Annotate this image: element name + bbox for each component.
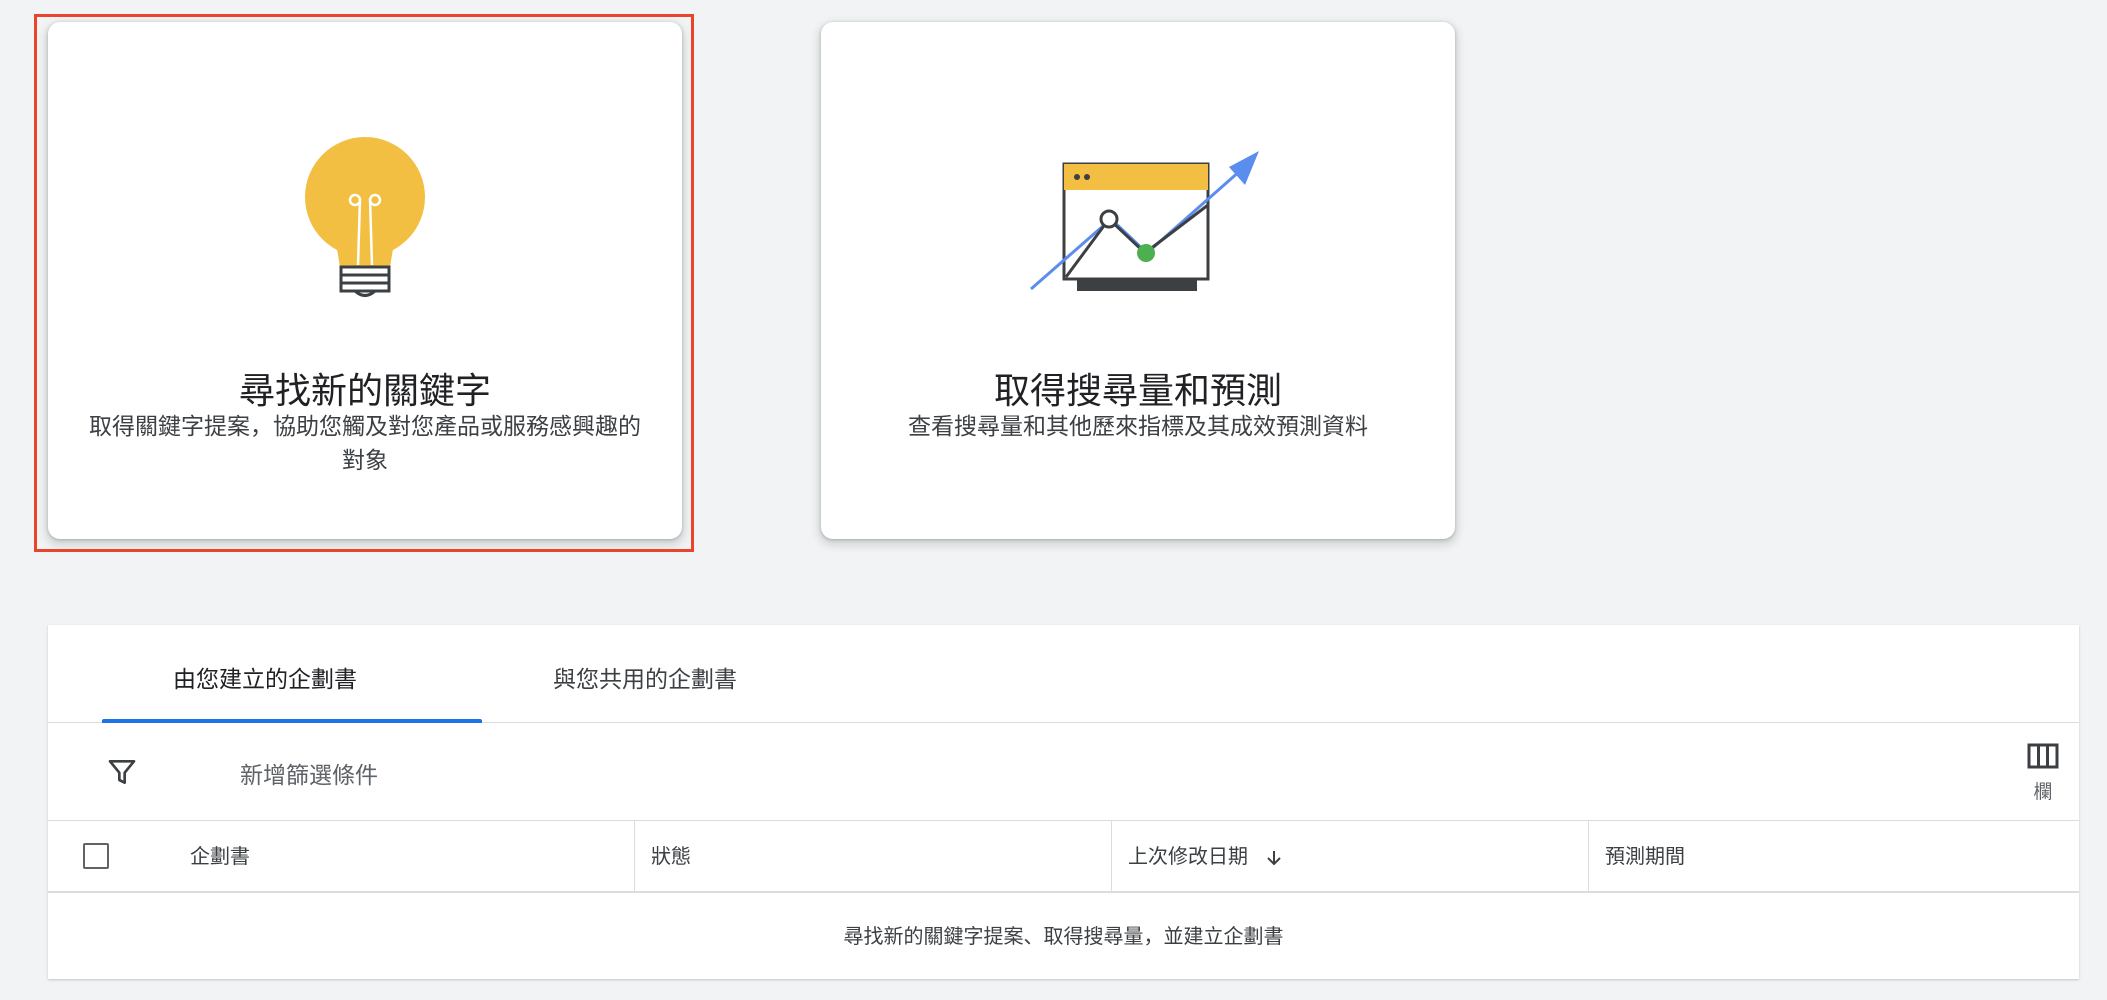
column-header-forecast-period: 預測期間 xyxy=(1588,821,2079,891)
lightbulb-icon xyxy=(48,107,682,307)
column-header-label: 上次修改日期 xyxy=(1128,844,1248,868)
columns-icon xyxy=(2027,743,2059,769)
tab-label: 與您共用的企劃書 xyxy=(553,667,737,693)
column-header-plan: 企劃書 xyxy=(190,844,250,868)
forecast-chart-icon xyxy=(821,107,1455,307)
column-header-last-modified[interactable]: 上次修改日期 xyxy=(1111,821,1588,891)
empty-state-message: 尋找新的關鍵字提案、取得搜尋量，並建立企劃書 xyxy=(843,924,1284,948)
arrow-down-icon xyxy=(1267,850,1282,865)
table-header: 企劃書 狀態 上次修改日期 預測期間 xyxy=(48,821,2079,893)
tab-label: 由您建立的企劃書 xyxy=(173,667,357,693)
card-description: 取得關鍵字提案，協助您觸及對您產品或服務感興趣的對象 xyxy=(89,414,641,474)
plans-tabs: 由您建立的企劃書 與您共用的企劃書 xyxy=(48,625,2079,723)
select-all-checkbox[interactable] xyxy=(83,843,109,869)
tab-plans-created-by-you[interactable]: 由您建立的企劃書 xyxy=(75,625,482,723)
column-header-status: 狀態 xyxy=(634,821,1111,891)
card-title: 尋找新的關鍵字 xyxy=(238,371,491,412)
filter-bar: 新增篩選條件 欄 xyxy=(48,723,2079,821)
filter-icon[interactable] xyxy=(106,756,138,788)
search-volume-forecast-card[interactable]: 取得搜尋量和預測 查看搜尋量和其他歷來指標及其成效預測資料 xyxy=(821,22,1455,539)
tab-plans-shared-with-you[interactable]: 與您共用的企劃書 xyxy=(455,625,835,722)
add-filter-button[interactable]: 新增篩選條件 xyxy=(240,756,378,790)
plans-panel: 由您建立的企劃書 與您共用的企劃書 新增篩選條件 欄 企劃書 狀態 上次修改日期 xyxy=(48,625,2079,979)
discover-keywords-card[interactable]: 尋找新的關鍵字 取得關鍵字提案，協助您觸及對您產品或服務感興趣的對象 xyxy=(48,22,682,539)
card-description: 查看搜尋量和其他歷來指標及其成效預測資料 xyxy=(908,414,1368,440)
columns-button[interactable]: 欄 xyxy=(2017,743,2069,804)
card-title: 取得搜尋量和預測 xyxy=(993,371,1282,412)
columns-label: 欄 xyxy=(2033,781,2053,803)
